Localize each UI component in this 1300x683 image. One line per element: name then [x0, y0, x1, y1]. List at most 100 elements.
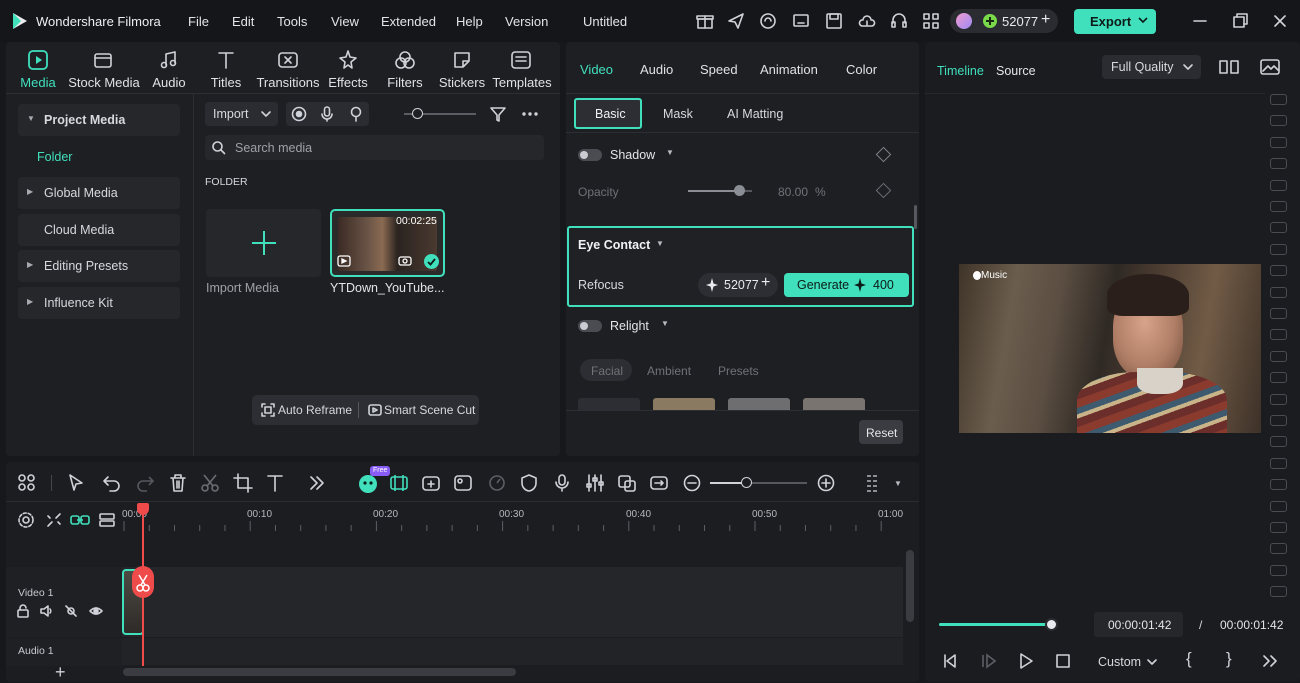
stop-icon[interactable] — [1053, 651, 1073, 671]
replace-clip-icon[interactable] — [616, 472, 638, 494]
subtab-ai-matting[interactable]: AI Matting — [727, 107, 783, 121]
expand-icon[interactable]: ▼ — [27, 114, 35, 123]
lock-track-icon[interactable] — [16, 604, 30, 618]
sidebar-item-cloud-media[interactable]: Cloud Media — [18, 214, 180, 246]
fit-timeline-icon[interactable] — [648, 472, 670, 494]
tab-transitions[interactable]: Transitions — [253, 75, 323, 90]
menu-help[interactable]: Help — [456, 14, 483, 29]
slider-handle[interactable] — [412, 108, 423, 119]
tab-audio[interactable]: Audio — [640, 62, 673, 77]
generate-button[interactable]: Generate 400 — [784, 273, 909, 297]
apps-grid-icon[interactable] — [921, 11, 941, 31]
unlink-icon[interactable] — [45, 511, 63, 529]
chevron-down-icon[interactable]: ▼ — [666, 148, 674, 157]
export-button[interactable]: Export — [1074, 9, 1156, 34]
opacity-value[interactable]: 80.00 — [778, 185, 808, 199]
undo-icon[interactable] — [101, 472, 123, 494]
menu-extended[interactable]: Extended — [381, 14, 436, 29]
menu-tools[interactable]: Tools — [277, 14, 307, 29]
relight-preset-thumb[interactable] — [578, 398, 640, 410]
import-media-tile[interactable] — [206, 209, 321, 277]
panel-scrollbar[interactable] — [914, 205, 917, 229]
tab-stock-media[interactable]: Stock Media — [68, 75, 140, 90]
transitions-icon[interactable] — [277, 49, 299, 71]
tab-stickers[interactable]: Stickers — [438, 75, 486, 90]
filters-icon[interactable] — [394, 49, 416, 71]
zoom-dropdown[interactable]: Custom — [1091, 650, 1167, 674]
subtab-basic[interactable]: Basic — [574, 98, 642, 129]
timeline-zoom-slider[interactable] — [710, 477, 807, 488]
expand-icon[interactable]: ▶ — [27, 187, 33, 196]
expand-icon[interactable]: ▶ — [27, 260, 33, 269]
reset-button[interactable]: Reset — [859, 420, 903, 444]
gift-icon[interactable] — [695, 11, 715, 31]
save-icon[interactable] — [824, 11, 844, 31]
relight-tab-ambient[interactable]: Ambient — [647, 364, 691, 378]
microphone-icon[interactable] — [318, 105, 336, 123]
relight-toggle[interactable] — [578, 320, 602, 332]
refocus-credits-pill[interactable]: 52077 + — [698, 273, 778, 297]
expand-toolbar-icon[interactable] — [306, 472, 328, 494]
mask-shield-icon[interactable] — [518, 472, 540, 494]
titles-icon[interactable] — [215, 49, 237, 71]
smart-scene-cut-button[interactable]: Smart Scene Cut — [384, 403, 475, 417]
tab-titles[interactable]: Titles — [204, 75, 248, 90]
avatar[interactable] — [956, 13, 972, 29]
timeline-v-scrollbar[interactable] — [906, 550, 914, 622]
link-clips-icon[interactable] — [70, 511, 90, 529]
effects-icon[interactable] — [337, 49, 359, 71]
audio-icon[interactable] — [158, 49, 180, 71]
disable-track-icon[interactable] — [64, 604, 78, 618]
scissors-icon[interactable] — [132, 566, 154, 598]
thumbnail-size-slider[interactable] — [404, 108, 476, 119]
playhead-handle[interactable] — [137, 503, 149, 515]
templates-icon[interactable] — [510, 49, 532, 71]
credits-pill[interactable]: 52077 + — [950, 9, 1058, 33]
menu-view[interactable]: View — [331, 14, 359, 29]
relight-tab-facial[interactable]: Facial — [580, 359, 632, 381]
sidebar-item-folder[interactable]: Folder — [37, 150, 72, 164]
close-icon[interactable] — [1270, 11, 1290, 31]
add-credits-icon[interactable]: + — [1041, 11, 1050, 29]
track-options-icon[interactable] — [862, 472, 884, 494]
zoom-out-icon[interactable] — [681, 472, 703, 494]
mute-track-icon[interactable] — [39, 604, 53, 618]
video-track-lane[interactable] — [122, 567, 903, 637]
preview-tab-timeline[interactable]: Timeline — [937, 64, 984, 78]
sidebar-item-influence-kit[interactable]: ▶ Influence Kit — [18, 287, 180, 319]
chevron-down-icon[interactable]: ▼ — [894, 479, 902, 488]
stickers-icon[interactable] — [451, 49, 473, 71]
image-edit-icon[interactable] — [452, 472, 474, 494]
relight-tab-presets[interactable]: Presets — [718, 364, 759, 378]
beat-sync-icon[interactable] — [388, 472, 410, 494]
expand-icon[interactable]: ▶ — [27, 297, 33, 306]
menu-file[interactable]: File — [188, 14, 209, 29]
chevron-down-icon[interactable] — [1182, 58, 1194, 76]
more-controls-icon[interactable] — [1260, 651, 1280, 671]
preview-tab-source[interactable]: Source — [996, 64, 1036, 78]
auto-reframe-icon[interactable] — [260, 402, 276, 418]
monitor-icon[interactable] — [791, 11, 811, 31]
zoom-in-icon[interactable] — [815, 472, 837, 494]
relight-preset-thumb[interactable] — [803, 398, 865, 410]
previous-frame-icon[interactable] — [940, 651, 960, 671]
add-credits-icon[interactable]: + — [761, 274, 770, 292]
timeline-settings-icon[interactable] — [17, 511, 35, 529]
tab-templates[interactable]: Templates — [492, 75, 552, 90]
headset-icon[interactable] — [889, 11, 909, 31]
layout-icon[interactable] — [16, 472, 38, 494]
minimize-icon[interactable] — [1190, 11, 1210, 31]
tab-filters[interactable]: Filters — [384, 75, 426, 90]
chevron-down-icon[interactable]: ▼ — [656, 239, 664, 248]
text-tool-icon[interactable] — [265, 472, 287, 494]
auto-reframe-button[interactable]: Auto Reframe — [278, 403, 352, 417]
chevron-down-icon[interactable]: ▼ — [661, 319, 669, 328]
shadow-toggle[interactable] — [578, 149, 602, 161]
relight-preset-thumb[interactable] — [728, 398, 790, 410]
filter-icon[interactable] — [488, 104, 508, 124]
play-icon[interactable] — [1016, 651, 1036, 671]
tab-color[interactable]: Color — [846, 62, 877, 77]
record-screen-icon[interactable] — [290, 105, 308, 123]
chevron-down-icon[interactable] — [1146, 653, 1158, 671]
quality-dropdown[interactable]: Full Quality — [1102, 55, 1201, 79]
